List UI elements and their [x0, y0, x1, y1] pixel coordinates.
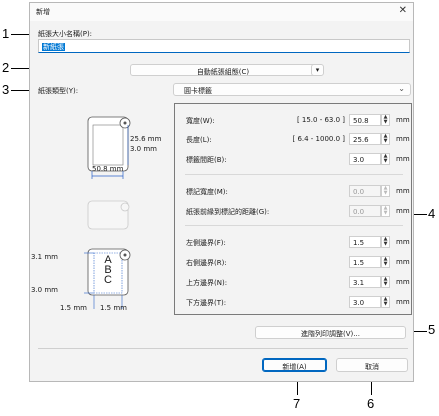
spin-down-icon: ▼ [383, 281, 388, 287]
paper-type-label: 紙張類型(Y): [38, 87, 79, 95]
mark-width-input: 0.0 [349, 185, 381, 197]
roll-height-label: 25.6 mm [130, 135, 162, 143]
callout-1: 1 [2, 26, 10, 41]
callout-2: 2 [2, 60, 10, 75]
chevron-down-icon: ⌄ [398, 84, 405, 93]
callout-7: 7 [293, 396, 301, 411]
bottom-margin-spinner[interactable]: ▲ ▼ [381, 296, 390, 308]
left-margin-input[interactable]: 1.5 [349, 236, 381, 248]
label-gap-spinner[interactable]: ▲ ▼ [381, 153, 390, 165]
width-input[interactable]: 50.8 [349, 114, 381, 126]
footer-separator [38, 348, 408, 349]
bottom-margin-unit: mm [396, 298, 410, 306]
mark-width-spinner: ▲ ▼ [381, 185, 390, 197]
dialog-title: 新增 [36, 8, 50, 16]
spin-down-icon: ▼ [383, 119, 388, 125]
spin-down-icon: ▼ [383, 241, 388, 247]
length-spinner[interactable]: ▲ ▼ [381, 133, 390, 145]
title-bar: 新增 ✕ [30, 3, 413, 21]
advanced-print-adjust-label: 進階列印調整(V)... [301, 330, 360, 338]
top-margin-input[interactable]: 3.1 [349, 276, 381, 288]
spin-down-icon: ▼ [383, 138, 388, 144]
width-label: 寬度(W): [186, 117, 215, 125]
mark-width-unit: mm [396, 187, 410, 195]
spin-down-icon: ▼ [383, 190, 388, 196]
cancel-button-label: 取消 [365, 363, 379, 371]
length-label: 長度(L): [186, 136, 212, 144]
top-margin-unit: mm [396, 278, 410, 286]
new-paper-dialog: 新增 ✕ 紙張大小名稱(P): 新紙張 自動紙張組態(C) ▾ 紙張類型(Y):… [29, 2, 414, 382]
width-spinner[interactable]: ▲ ▼ [381, 114, 390, 126]
paper-name-input[interactable]: 新紙張 [38, 39, 410, 53]
mark-distance-input: 0.0 [349, 205, 381, 217]
width-unit: mm [396, 116, 410, 124]
length-input[interactable]: 25.6 [349, 133, 381, 145]
callout-6: 6 [367, 396, 375, 411]
mark-distance-unit: mm [396, 207, 410, 215]
settings-group: 寬度(W): [ 15.0 - 63.0 ] 50.8 ▲ ▼ mm 長度(L):… [174, 103, 412, 315]
roll-width-label: 50.8 mm [92, 165, 124, 173]
paper-name-label: 紙張大小名稱(P): [38, 30, 93, 38]
abc-label: A B C [104, 254, 112, 286]
spin-down-icon: ▼ [383, 261, 388, 267]
callout-3: 3 [2, 82, 10, 97]
auto-format-label: 自動紙張組態(C) [196, 68, 250, 76]
spin-down-icon: ▼ [383, 158, 388, 164]
left-margin-field-label: 左側邊界(F): [186, 239, 226, 247]
label-gap-input[interactable]: 3.0 [349, 153, 381, 165]
mark-width-label: 標記寬度(M): [186, 188, 228, 196]
advanced-print-adjust-button[interactable]: 進階列印調整(V)... [255, 326, 406, 339]
roll-diagram [84, 116, 131, 309]
right-margin-input[interactable]: 1.5 [349, 256, 381, 268]
label-gap-label: 標籤間距(B): [186, 156, 227, 164]
top-margin-spinner[interactable]: ▲ ▼ [381, 276, 390, 288]
left-margin-label: 1.5 mm [60, 304, 87, 312]
mark-distance-spinner: ▲ ▼ [381, 205, 390, 217]
paper-type-value: 圓卡標籤 [184, 87, 212, 95]
left-margin-unit: mm [396, 238, 410, 246]
right-margin-label: 1.5 mm [100, 304, 127, 312]
bottom-margin-field-label: 下方邊界(T): [186, 299, 227, 307]
length-unit: mm [396, 135, 410, 143]
left-margin-spinner[interactable]: ▲ ▼ [381, 236, 390, 248]
spin-down-icon: ▼ [383, 210, 388, 216]
add-button-label: 新增(A) [282, 363, 307, 371]
auto-format-button[interactable]: 自動紙張組態(C) [130, 64, 316, 76]
top-margin-label: 3.1 mm [31, 253, 58, 261]
callout-5: 5 [428, 322, 436, 337]
right-margin-field-label: 右側邊界(R): [186, 259, 227, 267]
right-margin-unit: mm [396, 258, 410, 266]
label-gap-unit: mm [396, 155, 410, 163]
top-margin-field-label: 上方邊界(N): [186, 279, 228, 287]
auto-format-dropdown[interactable]: ▾ [311, 64, 324, 76]
bottom-margin-input[interactable]: 3.0 [349, 296, 381, 308]
mark-distance-label: 紙張前緣到標記的距離(G): [186, 208, 270, 216]
separator [185, 225, 403, 226]
cancel-button[interactable]: 取消 [336, 358, 408, 372]
chevron-down-icon: ▾ [315, 66, 320, 74]
paper-type-select[interactable]: 圓卡標籤 ⌄ [173, 83, 411, 96]
length-range: [ 6.4 - 1000.0 ] [292, 135, 345, 143]
bottom-margin-label: 3.0 mm [31, 286, 58, 294]
callout-4: 4 [428, 206, 436, 221]
width-range: [ 15.0 - 63.0 ] [296, 116, 345, 124]
paper-name-value: 新紙張 [42, 43, 65, 51]
separator [185, 174, 403, 175]
right-margin-spinner[interactable]: ▲ ▼ [381, 256, 390, 268]
faded-roll-illustration [87, 200, 130, 230]
roll-gap-label: 3.0 mm [130, 145, 157, 153]
close-icon[interactable]: ✕ [399, 5, 407, 16]
add-button[interactable]: 新增(A) [262, 358, 327, 372]
spin-down-icon: ▼ [383, 301, 388, 307]
